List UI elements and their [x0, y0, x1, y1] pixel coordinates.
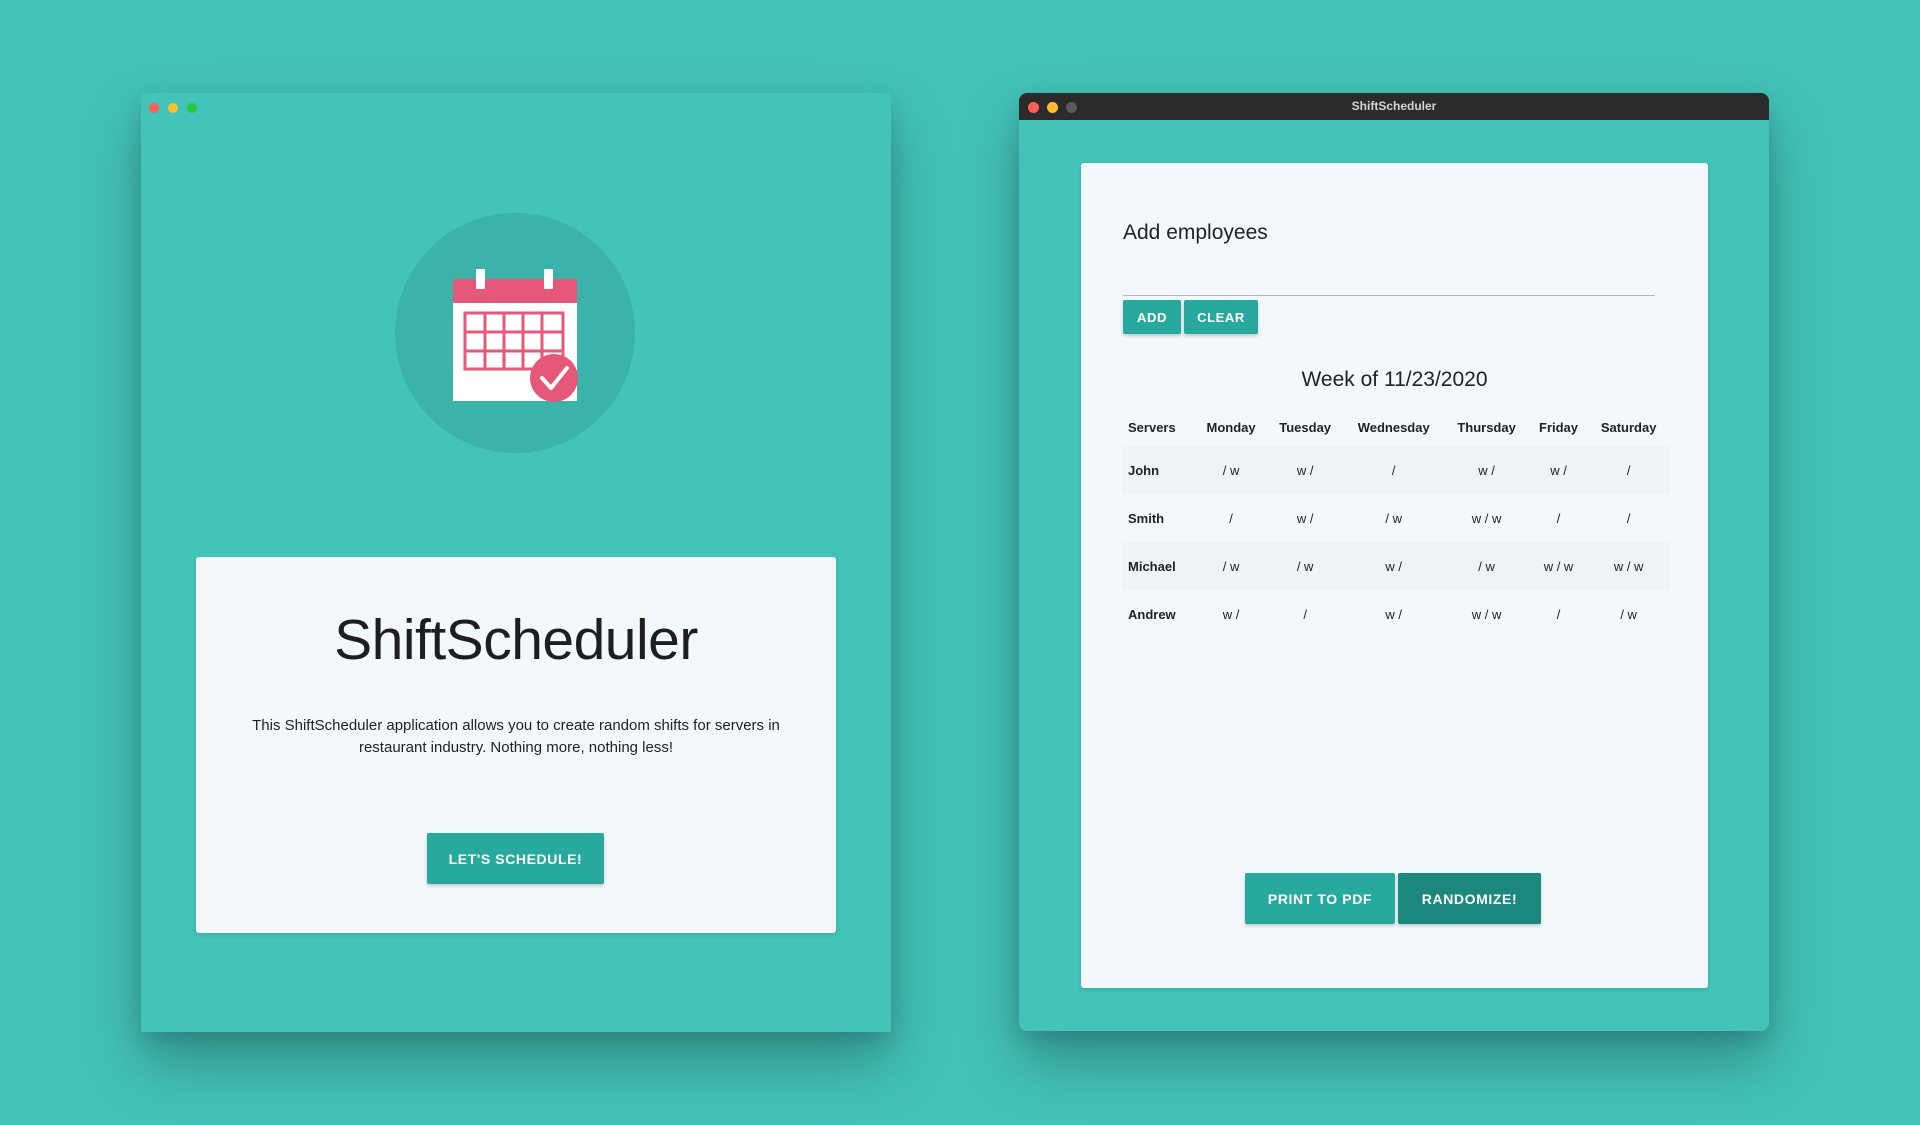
- column-header: Wednesday: [1357, 420, 1430, 435]
- schedule-card: Add employees ADD CLEAR Week of 11/23/20…: [1081, 163, 1708, 988]
- zoom-window-button[interactable]: [187, 103, 197, 113]
- window-titlebar[interactable]: ShiftScheduler: [1019, 93, 1769, 120]
- shift-cell: / w: [1194, 542, 1268, 590]
- shift-cell: / w: [1194, 446, 1268, 494]
- column-header: Tuesday: [1279, 420, 1332, 435]
- table-row: Michael / w / w w / / w w / w w / w: [1123, 542, 1669, 590]
- server-name: Smith: [1128, 510, 1165, 526]
- close-window-button[interactable]: [1028, 102, 1039, 113]
- shift-cell: /: [1588, 446, 1669, 494]
- shift-cell: w /: [1222, 606, 1240, 622]
- calendar-check-icon: [453, 269, 578, 402]
- minimize-window-button[interactable]: [168, 103, 178, 113]
- shift-cell: w /: [1385, 606, 1403, 622]
- clear-button[interactable]: CLEAR: [1184, 300, 1258, 334]
- shift-cell: / w: [1385, 510, 1403, 526]
- app-title: ShiftScheduler: [334, 608, 698, 672]
- shift-cell: / w: [1620, 606, 1637, 622]
- shift-cell: /: [1556, 510, 1561, 526]
- week-title: Week of 11/23/2020: [1301, 368, 1488, 391]
- shift-cell: / w: [1267, 542, 1344, 590]
- window-title: ShiftScheduler: [1351, 99, 1437, 113]
- scheduler-window: ShiftScheduler Add employees ADD CLEAR W…: [1019, 93, 1769, 1031]
- shift-cell: w /: [1528, 446, 1589, 494]
- shift-cell: w / w: [1528, 542, 1589, 590]
- table-header-row: Servers Monday Tuesday Wednesday Thursda…: [1123, 409, 1669, 446]
- app-description: This ShiftScheduler application allows y…: [252, 717, 780, 756]
- table-row: John / w w / / w / w / /: [1123, 446, 1669, 494]
- server-name: John: [1123, 446, 1195, 494]
- minimize-window-button[interactable]: [1047, 102, 1058, 113]
- add-button[interactable]: ADD: [1123, 300, 1181, 334]
- lets-schedule-button[interactable]: LET'S SCHEDULE!: [427, 833, 604, 884]
- randomize-button[interactable]: RANDOMIZE!: [1398, 873, 1541, 924]
- column-header: Monday: [1206, 420, 1256, 435]
- shift-cell: w /: [1343, 542, 1445, 590]
- shift-cell: w /: [1444, 446, 1529, 494]
- shift-cell: w / w: [1471, 606, 1502, 622]
- print-to-pdf-button[interactable]: PRINT TO PDF: [1245, 873, 1395, 924]
- shift-cell: /: [1626, 510, 1631, 526]
- shift-cell: w / w: [1471, 510, 1502, 526]
- column-header: Saturday: [1600, 420, 1657, 435]
- shift-cell: w / w: [1588, 542, 1669, 590]
- welcome-window: ShiftScheduler This ShiftScheduler appli…: [141, 93, 891, 1032]
- zoom-window-button[interactable]: [1066, 102, 1077, 113]
- app-logo: [395, 213, 635, 453]
- shift-cell: w /: [1296, 510, 1314, 526]
- add-employees-heading: Add employees: [1123, 221, 1268, 244]
- shift-cell: /: [1556, 606, 1561, 622]
- shift-cell: / w: [1444, 542, 1529, 590]
- shift-cell: w /: [1267, 446, 1344, 494]
- table-row: Andrew w / / w / w / w / / w: [1123, 590, 1669, 638]
- welcome-card: ShiftScheduler This ShiftScheduler appli…: [196, 557, 836, 933]
- server-name: Michael: [1123, 542, 1195, 590]
- shift-cell: /: [1343, 446, 1445, 494]
- shift-cell: /: [1303, 606, 1307, 622]
- column-header: Thursday: [1457, 420, 1516, 435]
- close-window-button[interactable]: [149, 103, 159, 113]
- shift-cell: /: [1229, 510, 1233, 526]
- column-header: Friday: [1539, 420, 1579, 435]
- employee-name-input[interactable]: [1123, 275, 1655, 296]
- table-row: Smith / w / / w w / w / /: [1123, 494, 1669, 542]
- server-name: Andrew: [1128, 606, 1176, 622]
- column-header: Servers: [1128, 420, 1176, 435]
- shift-table: Servers Monday Tuesday Wednesday Thursda…: [1123, 409, 1669, 638]
